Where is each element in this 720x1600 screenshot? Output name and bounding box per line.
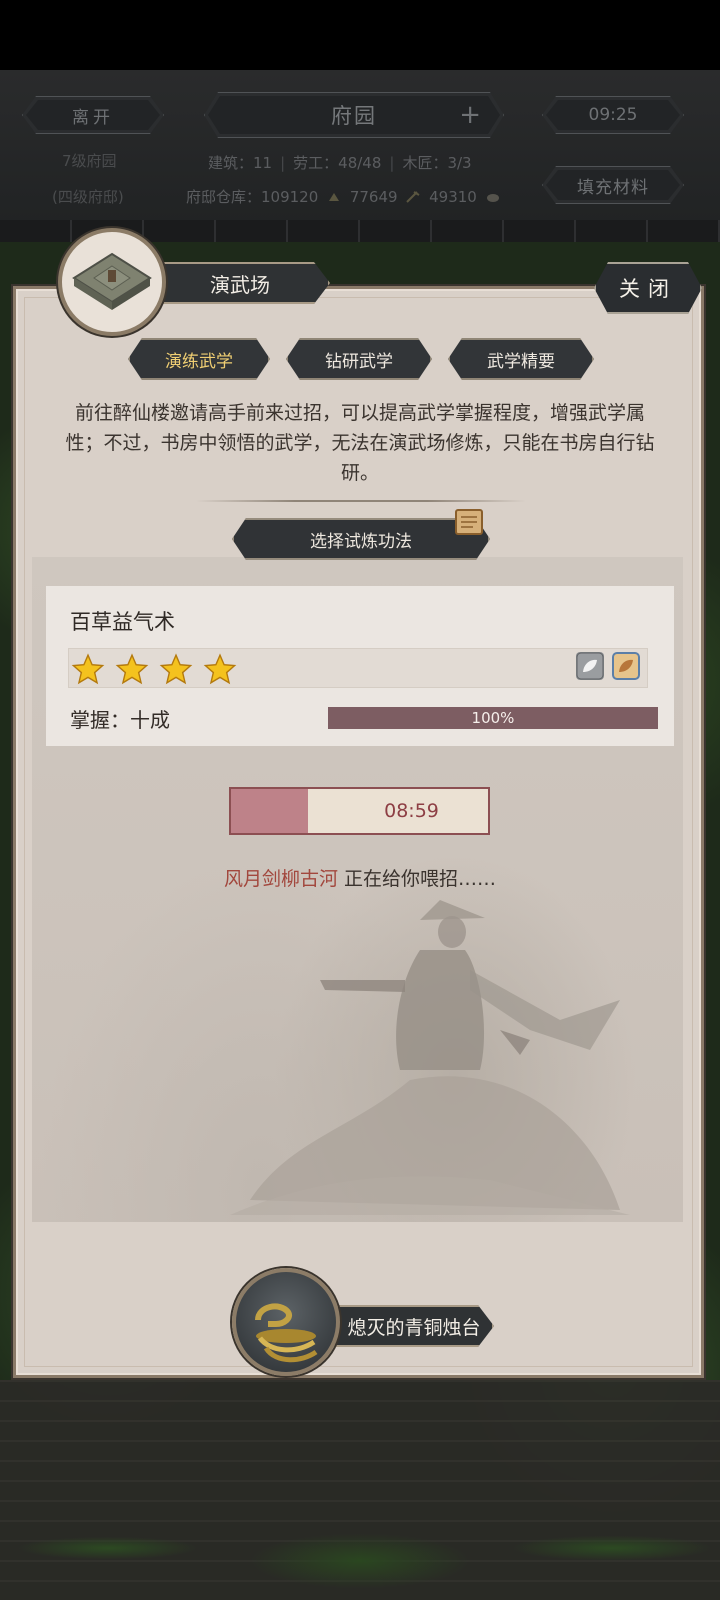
axe-icon: [406, 191, 420, 203]
mastery-label: 掌握：十成: [70, 708, 170, 732]
location-title: 府园: [331, 104, 377, 128]
labor-count: 劳工：48/48: [293, 154, 382, 172]
building-stats: 建筑：11 | 劳工：48/48 | 木匠：3/3: [208, 154, 472, 172]
stock-wood: 77649: [349, 188, 398, 206]
building-count: 建筑：11: [208, 154, 273, 172]
top-bar: 离开 府园 + 09:25 7级府园 (四级府邸) 建筑：11 | 劳工：48/48…: [0, 70, 720, 240]
carpenter-count: 木匠：3/3: [402, 154, 472, 172]
select-method-label: 选择试炼功法: [310, 531, 412, 552]
leave-button-label: 离开: [72, 107, 114, 128]
tab-label: 钻研武学: [325, 351, 393, 372]
leaf-attribute-icon[interactable]: [576, 652, 604, 680]
ornament-divider: [196, 500, 526, 502]
item-slot[interactable]: [232, 1268, 340, 1376]
star-icon: [71, 653, 105, 685]
item-name: 熄灭的青铜烛台: [347, 1316, 481, 1339]
clock-display: 09:25: [542, 96, 684, 134]
close-button-label: 关闭: [619, 277, 677, 301]
courtyard-bushes: [0, 1470, 720, 1600]
fill-materials-button[interactable]: 填充材料: [542, 166, 684, 204]
tab-practice-martial-arts[interactable]: 演练武学: [128, 338, 270, 380]
tab-label: 演练武学: [165, 351, 233, 372]
star-rating: [68, 648, 648, 688]
tab-martial-essentials[interactable]: 武学精要: [448, 338, 594, 380]
item-name-tag: 熄灭的青铜烛台: [324, 1305, 494, 1347]
residence-sub: (四级府邸): [52, 188, 124, 206]
tab-study-martial-arts[interactable]: 钻研武学: [286, 338, 432, 380]
fill-materials-label: 填充材料: [577, 177, 649, 198]
skill-card[interactable]: 百草益气术 掌握：十成 100%: [46, 586, 674, 746]
storage-total: 府邸仓库：109120: [186, 188, 319, 206]
star-icon: [203, 653, 237, 685]
mastery-bar: 100%: [328, 707, 658, 729]
panel-title-text: 演武场: [210, 272, 270, 297]
location-title-bar: 府园 +: [204, 92, 504, 138]
training-timer: 08:59: [229, 787, 490, 835]
bronze-candlestick-icon: [255, 1303, 318, 1363]
herb-attribute-icon[interactable]: [612, 652, 640, 680]
building-badge: [58, 228, 166, 336]
tab-label: 武学精要: [487, 351, 555, 372]
stock-stone: 49310: [429, 188, 477, 206]
stone-icon: [486, 194, 499, 202]
skill-name: 百草益气术: [70, 610, 175, 634]
timer-text: 08:59: [384, 800, 439, 822]
star-icon: [115, 653, 149, 685]
timer-progress-fill: [231, 789, 309, 833]
grain-icon: [329, 193, 340, 201]
panel-title: 演武场: [150, 262, 330, 304]
status-strip: [0, 0, 720, 70]
training-ground-icon: [72, 252, 152, 310]
ink-warrior-illustration: [230, 900, 630, 1215]
storage-stats: 府邸仓库：109120 77649 49310: [186, 186, 504, 207]
leave-button[interactable]: 离开: [22, 96, 164, 134]
add-icon[interactable]: +: [459, 100, 485, 130]
residence-level: 7级府园: [62, 152, 117, 170]
star-icon: [159, 653, 193, 685]
scroll-book-icon: [455, 509, 483, 535]
close-button[interactable]: 关闭: [594, 262, 702, 314]
mastery-percent: 100%: [471, 709, 515, 727]
clock-text: 09:25: [588, 105, 638, 125]
intro-text: 前往醉仙楼邀请高手前来过招，可以提高武学掌握程度，增强武学属性；不过，书房中领悟…: [65, 402, 655, 484]
